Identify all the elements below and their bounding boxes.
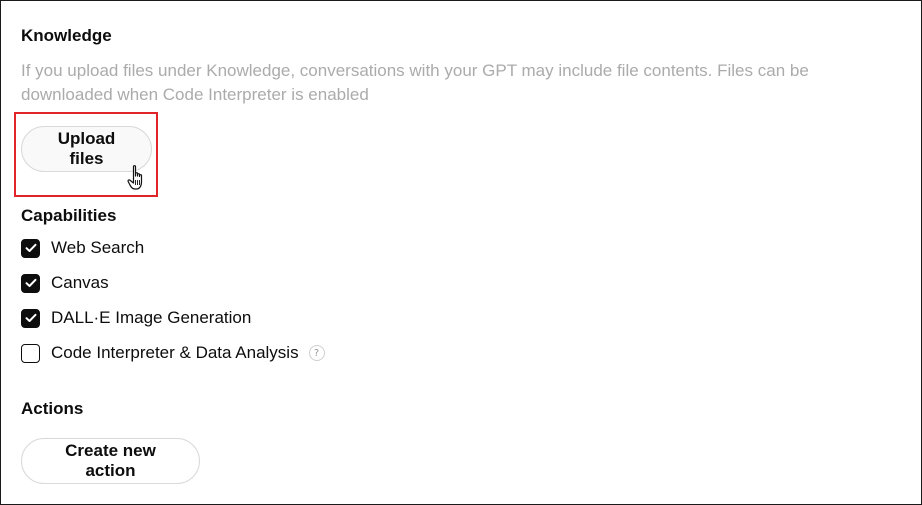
checkmark-icon — [25, 243, 36, 252]
checkmark-icon — [25, 313, 36, 322]
knowledge-title: Knowledge — [21, 26, 112, 45]
create-new-action-button[interactable]: Create new action — [21, 438, 200, 484]
capability-code-interpreter[interactable]: Code Interpreter & Data Analysis ? — [21, 341, 325, 365]
web-search-label: Web Search — [51, 238, 145, 257]
canvas-checkbox[interactable] — [21, 273, 40, 293]
upload-files-button[interactable]: Upload files — [21, 126, 152, 172]
capabilities-title: Capabilities — [21, 206, 117, 225]
capability-web-search[interactable]: Web Search — [21, 236, 144, 260]
gpt-config-panel: Knowledge If you upload files under Know… — [0, 0, 922, 505]
checkmark-icon — [25, 278, 36, 287]
code-interpreter-label: Code Interpreter & Data Analysis — [51, 343, 299, 362]
dalle-checkbox[interactable] — [21, 308, 40, 328]
capability-dalle[interactable]: DALL·E Image Generation — [21, 306, 251, 330]
create-new-action-label: Create new action — [65, 441, 156, 480]
web-search-checkbox[interactable] — [21, 238, 40, 258]
upload-files-label: Upload files — [57, 129, 116, 168]
code-interpreter-checkbox[interactable] — [21, 343, 40, 363]
knowledge-description: If you upload files under Knowledge, con… — [21, 61, 809, 104]
question-mark-icon[interactable]: ? — [308, 345, 325, 361]
dalle-label: DALL·E Image Generation — [51, 308, 252, 327]
canvas-label: Canvas — [51, 273, 109, 292]
capability-canvas[interactable]: Canvas — [21, 271, 109, 295]
actions-title: Actions — [21, 399, 84, 418]
